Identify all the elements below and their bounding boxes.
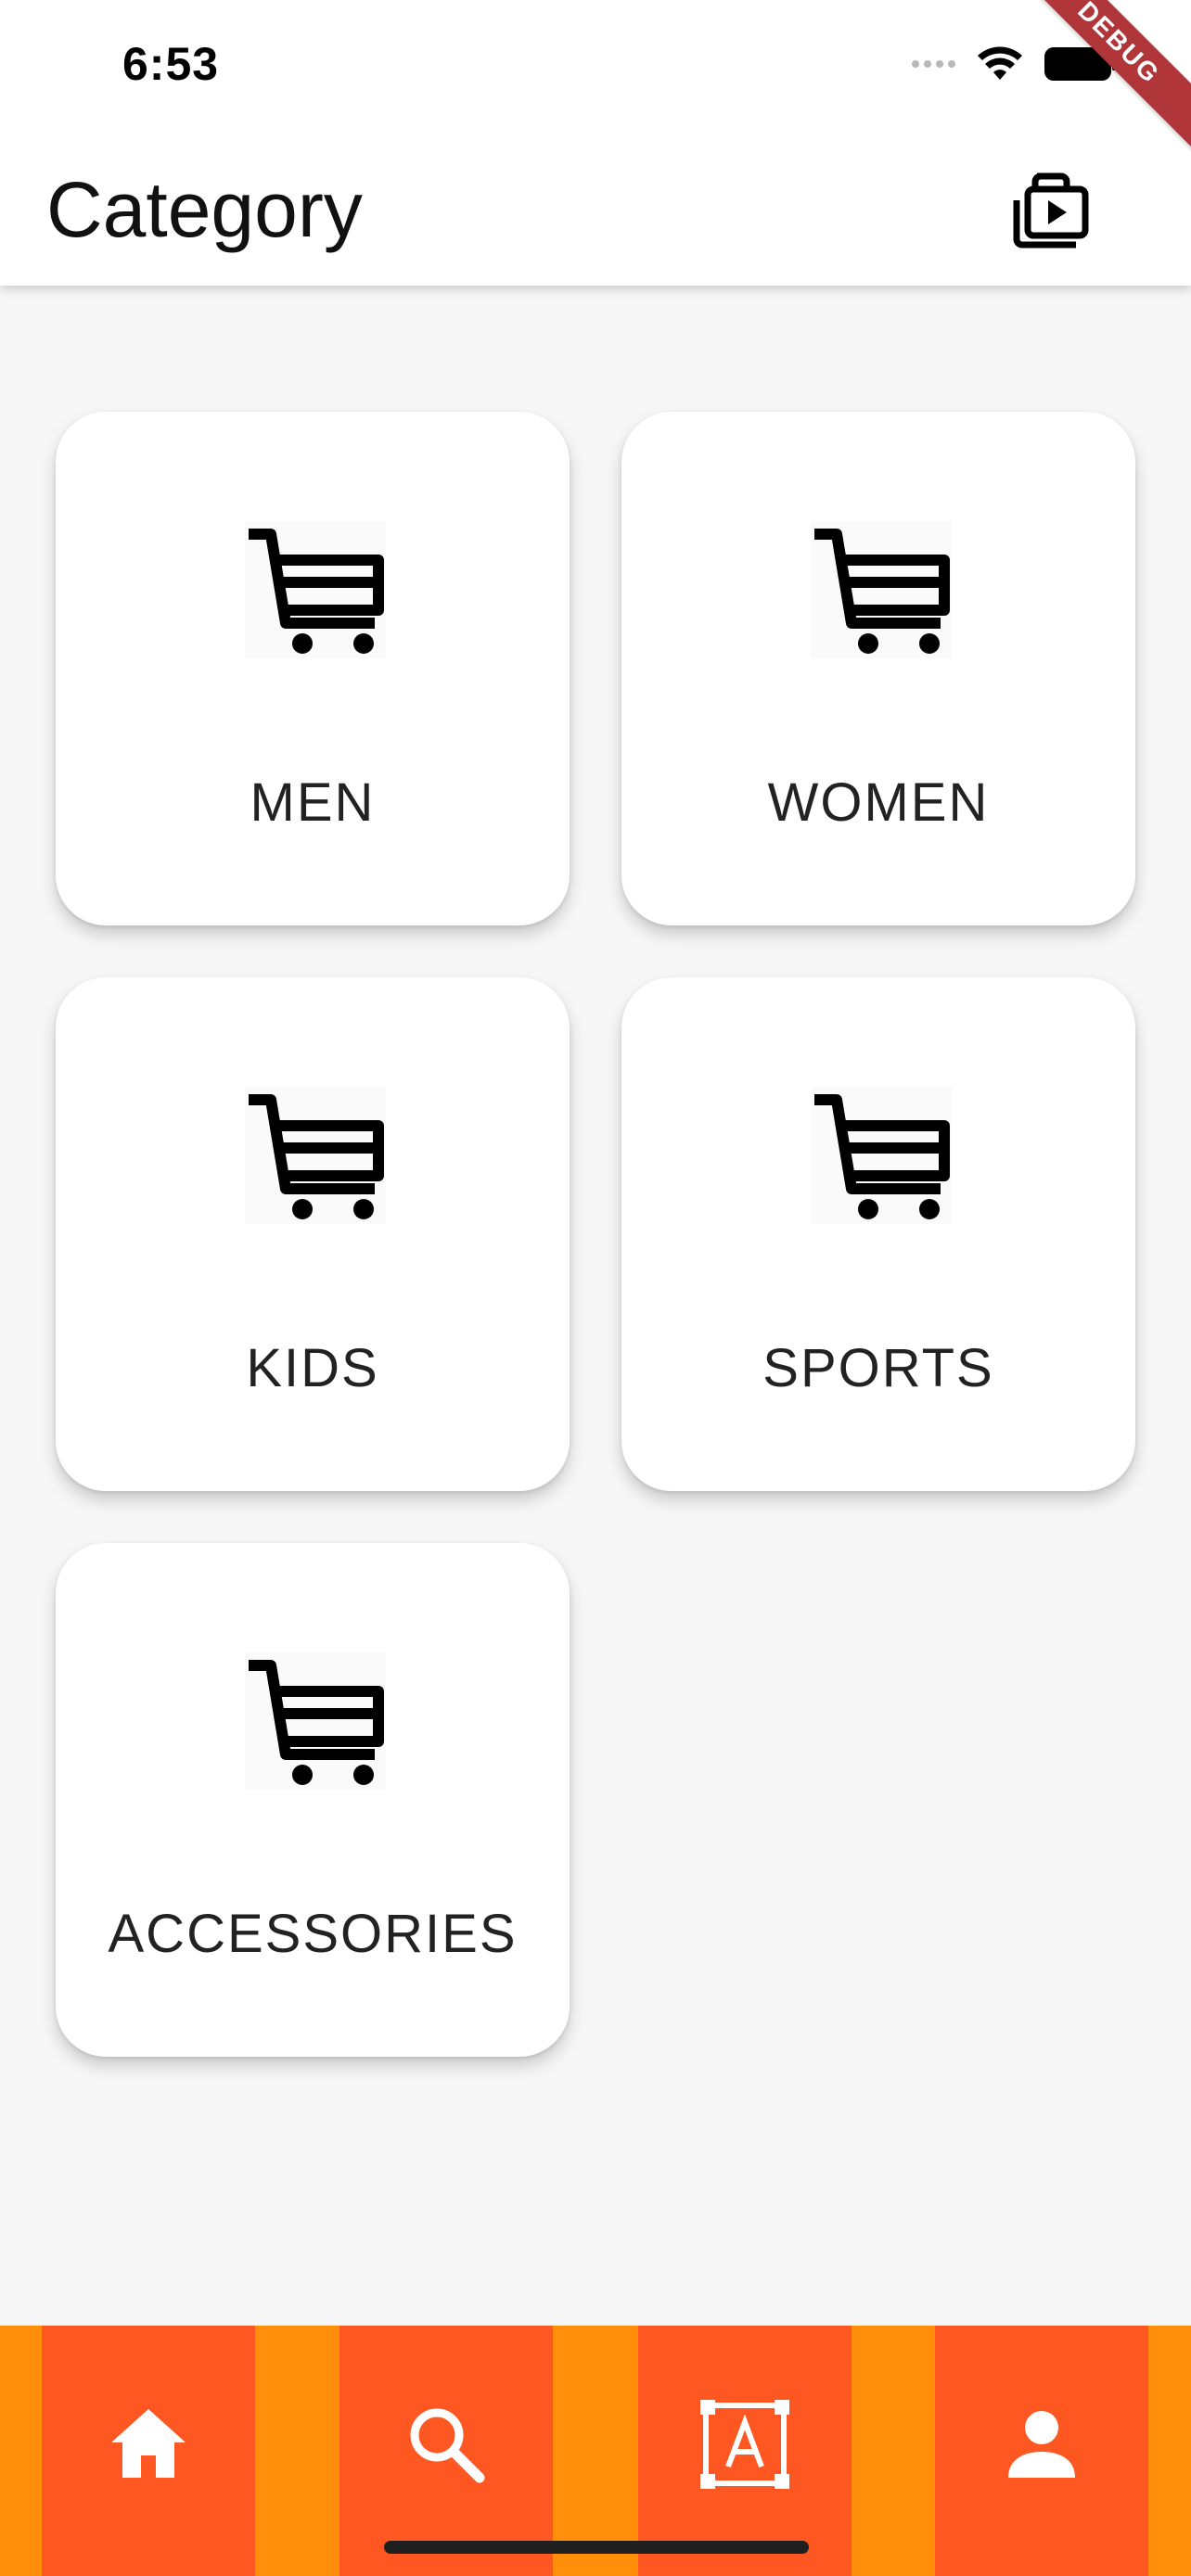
status-indicators bbox=[912, 46, 1116, 82]
cart-icon bbox=[245, 1652, 386, 1790]
page-title: Category bbox=[46, 166, 363, 253]
nav-tab-search[interactable] bbox=[339, 2326, 553, 2576]
status-time: 6:53 bbox=[122, 38, 220, 90]
nav-tab-text-select[interactable] bbox=[638, 2326, 852, 2576]
search-icon bbox=[410, 2408, 485, 2483]
bottom-navigation-bar bbox=[0, 2326, 1191, 2576]
nav-tab-home[interactable] bbox=[42, 2326, 255, 2576]
category-label: ACCESSORIES bbox=[108, 1904, 518, 1964]
category-grid: MEN WOMEN KIDS SPORTS ACCESSORIES bbox=[56, 412, 1135, 2057]
text-select-icon bbox=[700, 2400, 789, 2489]
video-library-icon bbox=[1013, 172, 1089, 249]
category-label: MEN bbox=[250, 772, 376, 833]
debug-banner: DEBUG bbox=[997, 0, 1191, 164]
nav-tab-profile[interactable] bbox=[935, 2326, 1148, 2576]
video-library-button[interactable] bbox=[1000, 159, 1102, 261]
cart-icon bbox=[811, 1087, 952, 1224]
person-icon bbox=[1008, 2411, 1075, 2478]
category-card-accessories[interactable]: ACCESSORIES bbox=[56, 1543, 570, 2057]
app-bar: 6:53 DEBUG Category bbox=[0, 0, 1191, 286]
category-card-women[interactable]: WOMEN bbox=[621, 412, 1135, 925]
wifi-icon bbox=[978, 46, 1022, 80]
category-card-sports[interactable]: SPORTS bbox=[621, 977, 1135, 1491]
category-label: WOMEN bbox=[767, 772, 990, 833]
home-icon bbox=[111, 2409, 186, 2478]
cellular-signal-icon bbox=[912, 60, 955, 68]
category-label: SPORTS bbox=[762, 1338, 994, 1398]
cart-icon bbox=[811, 521, 952, 658]
category-label: KIDS bbox=[246, 1338, 379, 1398]
category-card-kids[interactable]: KIDS bbox=[56, 977, 570, 1491]
home-indicator[interactable] bbox=[384, 2541, 809, 2554]
category-card-men[interactable]: MEN bbox=[56, 412, 570, 925]
cart-icon bbox=[245, 521, 386, 658]
cart-icon bbox=[245, 1087, 386, 1224]
